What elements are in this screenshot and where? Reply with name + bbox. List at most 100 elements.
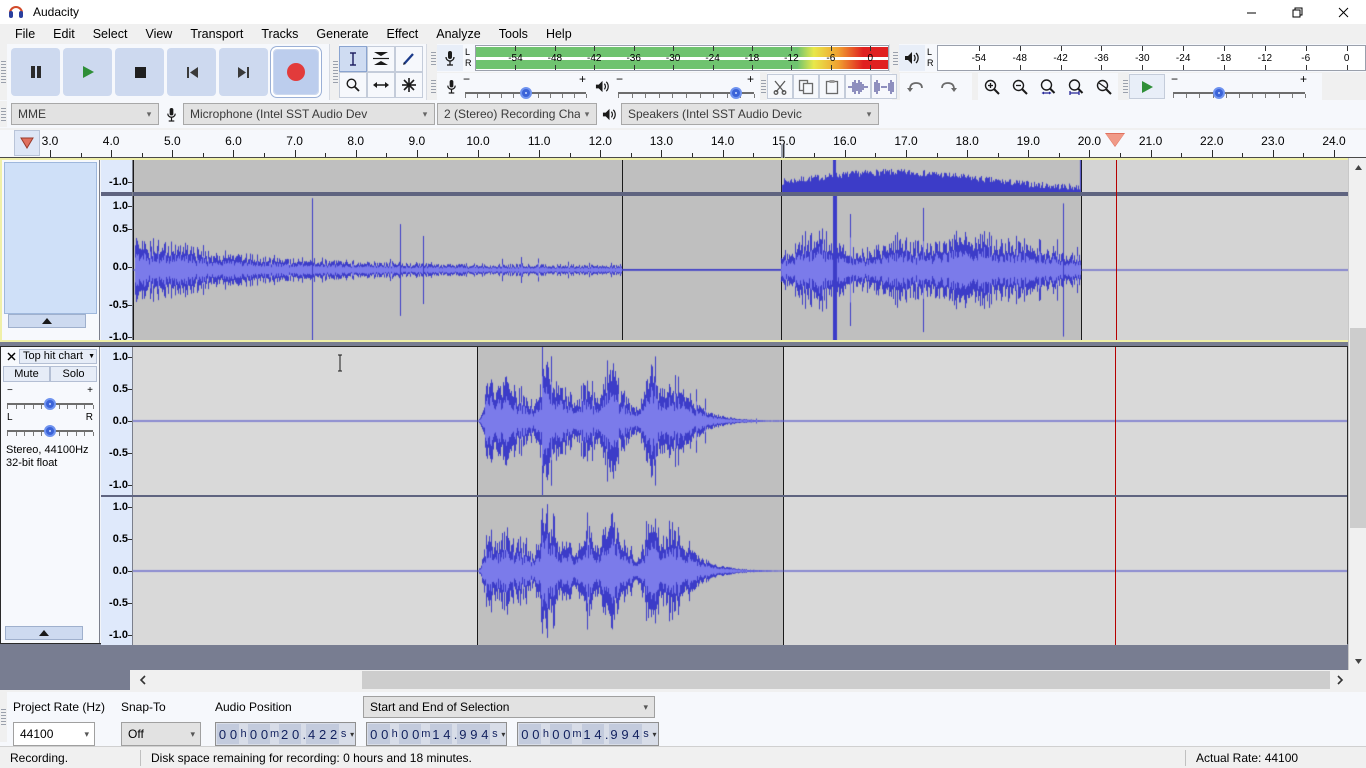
minimize-icon[interactable] bbox=[1228, 0, 1274, 24]
time-spinner-icon[interactable]: ▾ bbox=[501, 730, 505, 739]
solo-button[interactable]: Solo bbox=[50, 366, 97, 382]
cut-button[interactable] bbox=[767, 74, 793, 99]
time-spinner-icon[interactable]: ▾ bbox=[350, 730, 354, 739]
envelope-tool[interactable] bbox=[367, 46, 395, 72]
time-digit[interactable]: 9 bbox=[609, 724, 620, 744]
toolbar-grip[interactable] bbox=[0, 101, 7, 127]
play-at-speed-button[interactable] bbox=[1129, 74, 1165, 99]
time-digit[interactable]: 2 bbox=[328, 724, 339, 744]
fit-project-button[interactable] bbox=[1062, 74, 1090, 99]
time-digit[interactable]: 0 bbox=[259, 724, 270, 744]
close-icon[interactable] bbox=[1320, 0, 1366, 24]
menu-help[interactable]: Help bbox=[537, 25, 581, 43]
menu-view[interactable]: View bbox=[136, 25, 181, 43]
record-button[interactable] bbox=[271, 47, 321, 97]
scroll-up-button[interactable] bbox=[1349, 158, 1366, 176]
time-digit[interactable]: 4 bbox=[441, 724, 452, 744]
undo-button[interactable] bbox=[900, 74, 932, 99]
pause-button[interactable] bbox=[11, 48, 60, 96]
menu-select[interactable]: Select bbox=[84, 25, 137, 43]
timeline-ruler[interactable]: 3.04.05.06.07.08.09.010.011.012.013.014.… bbox=[0, 130, 1366, 158]
track-1-collapse-button[interactable] bbox=[8, 314, 86, 328]
track-1[interactable]: -1.01.00.50.0-0.5-1.0 bbox=[0, 158, 1348, 342]
toolbar-grip[interactable] bbox=[1122, 73, 1129, 100]
recording-meter-toolbar[interactable]: LR -54-48-42-36-30-24-18-12-60 bbox=[430, 44, 890, 72]
recording-channels-select[interactable]: 2 (Stereo) Recording Chan ▾ bbox=[437, 103, 597, 125]
selection-end-field[interactable]: 00h00m14.994s▾ bbox=[517, 722, 658, 746]
track-1-waveform-pane[interactable] bbox=[133, 160, 1348, 340]
menu-transport[interactable]: Transport bbox=[181, 25, 252, 43]
zoom-in-button[interactable] bbox=[978, 74, 1006, 99]
output-volume-slider[interactable]: − + bbox=[616, 75, 756, 99]
mute-button[interactable]: Mute bbox=[3, 366, 50, 382]
time-digit[interactable]: 0 bbox=[519, 724, 530, 744]
time-digit[interactable]: 4 bbox=[306, 724, 317, 744]
menu-effect[interactable]: Effect bbox=[378, 25, 428, 43]
track-2-waveform-pane-left[interactable] bbox=[133, 347, 1347, 495]
horizontal-scrollbar[interactable] bbox=[130, 670, 1348, 690]
zoom-toggle-button[interactable] bbox=[1090, 74, 1118, 99]
input-volume-slider[interactable]: − + bbox=[463, 75, 588, 99]
time-digit[interactable]: 9 bbox=[620, 724, 631, 744]
playhead-marker[interactable] bbox=[1105, 133, 1125, 147]
time-digit[interactable]: 9 bbox=[468, 724, 479, 744]
track-1-control-panel[interactable] bbox=[2, 160, 100, 340]
time-digit[interactable]: 0 bbox=[399, 724, 410, 744]
time-shift-tool[interactable] bbox=[367, 72, 395, 98]
menu-tracks[interactable]: Tracks bbox=[252, 25, 307, 43]
selection-start-field[interactable]: 00h00m14.994s▾ bbox=[366, 722, 507, 746]
recording-device-select[interactable]: Microphone (Intel SST Audio Dev ▾ bbox=[183, 103, 435, 125]
snap-to-select[interactable]: Off ▾ bbox=[121, 722, 201, 746]
time-spinner-icon[interactable]: ▾ bbox=[653, 730, 657, 739]
time-digit[interactable]: 0 bbox=[410, 724, 421, 744]
time-digit[interactable]: 4 bbox=[631, 724, 642, 744]
playback-speed-slider[interactable]: − + bbox=[1171, 75, 1321, 99]
vertical-scrollbar[interactable] bbox=[1348, 158, 1366, 670]
multi-tool[interactable] bbox=[395, 72, 423, 98]
time-digit[interactable]: 0 bbox=[290, 724, 301, 744]
menu-generate[interactable]: Generate bbox=[307, 25, 377, 43]
time-digit[interactable]: 0 bbox=[379, 724, 390, 744]
track-2-collapse-button[interactable] bbox=[5, 626, 83, 640]
scroll-left-button[interactable] bbox=[130, 670, 158, 690]
menu-file[interactable]: File bbox=[6, 25, 44, 43]
trim-audio-button[interactable] bbox=[845, 74, 871, 99]
vertical-scroll-thumb[interactable] bbox=[1350, 328, 1366, 528]
stop-button[interactable] bbox=[115, 48, 164, 96]
track-2-pan-slider[interactable]: L R bbox=[1, 411, 99, 438]
time-digit[interactable]: 0 bbox=[248, 724, 259, 744]
pencil-tool[interactable] bbox=[395, 46, 423, 72]
time-digit[interactable]: 0 bbox=[550, 724, 561, 744]
time-digit[interactable]: 0 bbox=[561, 724, 572, 744]
playback-device-select[interactable]: Speakers (Intel SST Audio Devic ▾ bbox=[621, 103, 879, 125]
skip-to-start-button[interactable] bbox=[167, 48, 216, 96]
paste-button[interactable] bbox=[819, 74, 845, 99]
time-digit[interactable]: 9 bbox=[457, 724, 468, 744]
zoom-out-button[interactable] bbox=[1006, 74, 1034, 99]
toolbar-grip[interactable] bbox=[892, 44, 899, 72]
skip-to-end-button[interactable] bbox=[219, 48, 268, 96]
silence-audio-button[interactable] bbox=[871, 74, 897, 99]
fit-selection-button[interactable] bbox=[1034, 74, 1062, 99]
time-digit[interactable]: 2 bbox=[279, 724, 290, 744]
audio-position-field[interactable]: 00h00m20.422s▾ bbox=[215, 722, 356, 746]
scroll-down-button[interactable] bbox=[1349, 652, 1366, 670]
copy-button[interactable] bbox=[793, 74, 819, 99]
toolbar-grip[interactable] bbox=[430, 44, 437, 72]
play-button[interactable] bbox=[63, 48, 112, 96]
selection-tool[interactable] bbox=[339, 46, 367, 72]
menu-tools[interactable]: Tools bbox=[490, 25, 537, 43]
toolbar-grip[interactable] bbox=[0, 44, 7, 100]
menu-edit[interactable]: Edit bbox=[44, 25, 84, 43]
track-2-waveform-pane-right[interactable] bbox=[133, 497, 1347, 645]
toolbar-grip[interactable] bbox=[430, 73, 437, 100]
project-rate-select[interactable]: 44100 ▾ bbox=[13, 722, 95, 746]
zoom-tool[interactable] bbox=[339, 72, 367, 98]
toolbar-grip[interactable] bbox=[0, 692, 7, 742]
time-digit[interactable]: 4 bbox=[479, 724, 490, 744]
close-track-icon[interactable] bbox=[3, 349, 19, 364]
scroll-right-button[interactable] bbox=[1330, 670, 1348, 690]
time-digit[interactable]: 0 bbox=[217, 724, 228, 744]
track-2-gain-slider[interactable]: − + bbox=[1, 382, 99, 411]
time-digit[interactable]: 0 bbox=[530, 724, 541, 744]
